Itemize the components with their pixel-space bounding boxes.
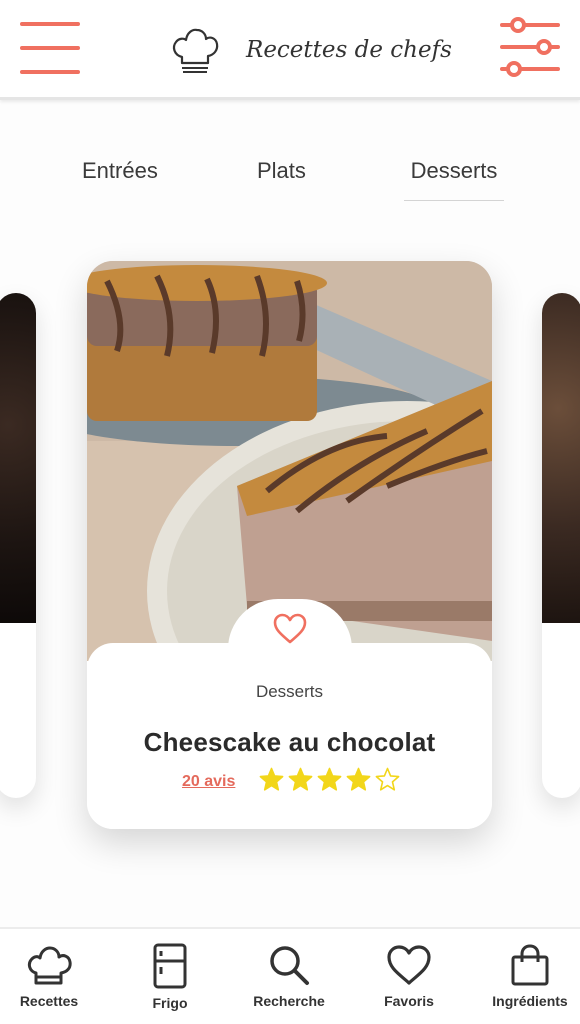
chef-hat-icon [172,28,219,73]
star-filled-icon [259,767,284,791]
star-filled-icon [288,767,313,791]
shopping-bag-icon [511,944,549,986]
nav-recettes[interactable]: Recettes [0,943,104,1009]
nav-label: Ingrédients [492,993,568,1009]
hamburger-menu-icon[interactable] [20,22,80,76]
next-recipe-card[interactable] [542,293,580,798]
reviews-link[interactable]: 20 avis [182,773,235,791]
chef-hat-icon [27,946,72,985]
previous-recipe-image [0,293,36,623]
previous-recipe-card[interactable] [0,293,36,798]
nav-label: Recettes [19,993,79,1009]
tab-entrees[interactable]: Entrées [82,158,158,184]
heart-outline-icon[interactable] [272,611,308,647]
bottom-navigation: Recettes Frigo Recherche Favoris Ingrédi… [0,927,580,1024]
recipe-category: Desserts [255,682,324,701]
sliders-filter-icon[interactable] [498,16,562,80]
tab-desserts[interactable]: Desserts [404,158,504,201]
app-title: Recettes de chefs [246,37,452,63]
search-icon [270,946,309,985]
tab-plats[interactable]: Plats [257,158,306,184]
nav-label: Favoris [384,993,434,1009]
star-empty-icon [375,767,400,791]
heart-icon [387,945,431,985]
recipe-title: Cheescake au chocolat [143,727,436,757]
star-filled-icon [317,767,342,791]
nav-label: Frigo [152,995,188,1011]
recipe-card[interactable]: Desserts Cheescake au chocolat 20 avis [87,261,492,829]
category-tabs: Entrées Plats Desserts [0,150,580,210]
star-filled-icon [346,767,371,791]
app-header: Recettes de chefs [0,0,580,100]
nav-ingredients[interactable]: Ingrédients [475,943,580,1009]
nav-label: Recherche [253,993,325,1009]
nav-frigo[interactable]: Frigo [115,943,225,1011]
nav-favoris[interactable]: Favoris [354,943,464,1009]
nav-recherche[interactable]: Recherche [234,943,344,1009]
app-brand: Recettes de chefs [170,22,452,78]
rating-stars [259,767,400,792]
next-recipe-image [542,293,580,623]
fridge-icon [153,943,187,989]
